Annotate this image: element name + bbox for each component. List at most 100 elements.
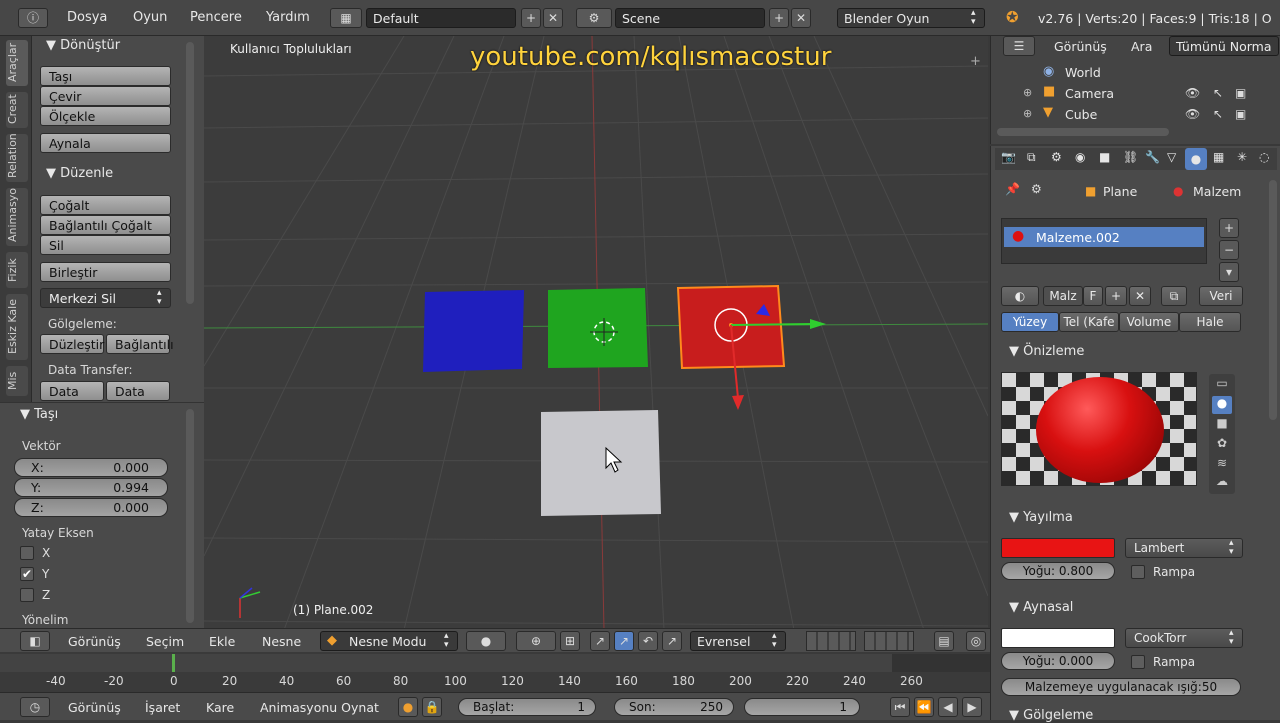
camera-render-icon[interactable]: ▣ (1235, 86, 1246, 100)
viewport-editor-icon[interactable]: ◧ (20, 631, 50, 651)
new-material-button[interactable]: + (1105, 286, 1127, 306)
cube-render-icon[interactable]: ▣ (1235, 107, 1246, 121)
viewport-expand-icon[interactable]: + (970, 54, 981, 69)
constraint-y-checkbox[interactable]: ✔ (20, 567, 34, 581)
start-frame-field[interactable]: Başlat: 1 (458, 698, 596, 716)
white-plane[interactable] (541, 410, 661, 516)
tab-create[interactable]: Creat (6, 92, 28, 128)
slot-specials-icon[interactable]: ▾ (1219, 262, 1239, 282)
tab-physics[interactable]: Fizik (6, 252, 28, 288)
viewport-shading-icon[interactable]: ● (466, 631, 506, 651)
material-tab-icon[interactable]: ● (1185, 148, 1207, 170)
material-browse-icon[interactable]: ◐ (1001, 286, 1039, 306)
outliner-display-select[interactable]: Tümünü Norma (1169, 36, 1279, 56)
light-influence-field[interactable]: Malzemeye uygulanacak ışığ:50 (1001, 678, 1241, 696)
menu-view[interactable]: Görünüş (68, 634, 121, 649)
remove-slot-button[interactable]: − (1219, 240, 1239, 260)
render-preview-icon[interactable]: ◎ (966, 631, 986, 651)
blue-plane[interactable] (423, 290, 524, 372)
menu-marker[interactable]: İşaret (145, 700, 180, 715)
world-tab-icon[interactable]: ◉ (1075, 150, 1085, 164)
menu-playback[interactable]: Animasyonu Oynat (260, 700, 379, 715)
tab-animation[interactable]: Animasyo (6, 188, 28, 246)
menu-window[interactable]: Pencere (190, 10, 242, 25)
data-transfer-button[interactable]: Data (40, 381, 104, 401)
menu-object[interactable]: Nesne (262, 634, 301, 649)
texture-tab-icon[interactable]: ▦ (1213, 150, 1224, 164)
current-frame-marker[interactable] (172, 654, 175, 672)
breadcrumb-material[interactable]: Malzem (1193, 184, 1241, 199)
play-reverse-icon[interactable]: ◀ (938, 697, 958, 717)
diffuse-intensity-field[interactable]: Yoğu: 0.800 (1001, 562, 1115, 580)
engine-select[interactable]: Blender Oyun (837, 8, 985, 28)
tab-surface[interactable]: Yüzey (1001, 312, 1059, 332)
cube-visibility-eye-icon[interactable]: 👁 (1185, 107, 1200, 121)
duplicate-linked-button[interactable]: Bağlantılı Çoğalt (40, 215, 171, 235)
toolshelf-scrollbar[interactable] (186, 42, 194, 304)
vector-x-field[interactable]: X: 0.000 (14, 458, 168, 477)
breadcrumb-object[interactable]: Plane (1103, 184, 1137, 199)
scene-icon[interactable]: ⚙ (576, 8, 612, 28)
expand-cube-icon[interactable]: ⊕ (1023, 107, 1032, 120)
translate-button[interactable]: Taşı (40, 66, 171, 86)
layer-buttons-left[interactable] (806, 631, 856, 651)
play-icon[interactable]: ▶ (962, 697, 982, 717)
prev-keyframe-icon[interactable]: ⏪ (914, 697, 934, 717)
specular-shader-select[interactable]: CookTorr (1125, 628, 1243, 648)
add-layout-button[interactable]: + (521, 8, 541, 28)
constraint-x-checkbox[interactable] (20, 546, 34, 560)
tab-relations[interactable]: Relation (6, 133, 28, 182)
outliner-search-menu[interactable]: Ara (1131, 39, 1152, 54)
physics-tab-icon[interactable]: ◌ (1259, 150, 1269, 164)
particles-tab-icon[interactable]: ✳ (1237, 150, 1247, 164)
vector-z-field[interactable]: Z: 0.000 (14, 498, 168, 517)
mirror-button[interactable]: Aynala (40, 133, 171, 153)
origin-select[interactable]: Merkezi Sil (40, 288, 171, 308)
rotate-button[interactable]: Çevir (40, 86, 171, 106)
scene-field[interactable]: Scene (615, 8, 765, 28)
shade-flat-button[interactable]: Bağlantılı (106, 334, 174, 354)
record-keyframe-icon[interactable]: ● (398, 697, 418, 717)
tab-tools[interactable]: Araçlar (6, 40, 28, 86)
cube-select-arrow-icon[interactable]: ↖ (1213, 107, 1223, 121)
scale-manipulator-icon[interactable]: ↗ (662, 631, 682, 651)
menu-game[interactable]: Oyun (133, 10, 167, 25)
menu-frame[interactable]: Kare (206, 700, 234, 715)
current-frame-field[interactable]: 1 (744, 698, 860, 716)
link-select[interactable]: Veri (1199, 286, 1243, 306)
properties-scrollbar[interactable] (1269, 180, 1277, 420)
menu-help[interactable]: Yardım (266, 10, 310, 25)
diffuse-ramp-checkbox[interactable] (1131, 565, 1145, 579)
y-axis-arrow-icon[interactable] (810, 319, 826, 329)
rotate-manipulator-icon[interactable]: ↶ (638, 631, 658, 651)
menu-timeline-view[interactable]: Görünüş (68, 700, 121, 715)
material-name-field[interactable]: Malz (1043, 286, 1083, 306)
menu-add[interactable]: Ekle (209, 634, 235, 649)
object-tab-icon[interactable]: ■ (1099, 150, 1110, 164)
render-tab-icon[interactable]: 📷 (1001, 150, 1016, 164)
translate-manipulator-icon[interactable]: ↗ (590, 631, 610, 651)
specular-ramp-checkbox[interactable] (1131, 655, 1145, 669)
preview-sphere-icon[interactable]: ● (1212, 396, 1232, 414)
diffuse-panel-head[interactable]: ▼ Yayılma (1009, 510, 1073, 525)
camera-visibility-eye-icon[interactable]: 👁 (1185, 86, 1200, 100)
vector-y-field[interactable]: Y: 0.994 (14, 478, 168, 497)
outliner-editor-icon[interactable]: ☰ (1003, 36, 1035, 56)
outliner-view-menu[interactable]: Görünüş (1054, 39, 1107, 54)
constraints-tab-icon[interactable]: ⛓ (1123, 150, 1138, 164)
duplicate-button[interactable]: Çoğalt (40, 195, 171, 215)
specular-intensity-field[interactable]: Yoğu: 0.000 (1001, 652, 1115, 670)
outliner-row-cube[interactable]: Cube (1065, 107, 1097, 122)
scale-button[interactable]: Ölçekle (40, 106, 171, 126)
data-layout-button[interactable]: Data Lay (106, 381, 170, 414)
tab-misc[interactable]: Mis (6, 366, 28, 396)
jump-start-icon[interactable]: ⏮ (890, 697, 910, 717)
outliner-hscrollbar[interactable] (997, 128, 1169, 136)
tab-halo[interactable]: Hale (1179, 312, 1241, 332)
specular-color-swatch[interactable] (1001, 628, 1115, 648)
delete-button[interactable]: Sil (40, 235, 171, 255)
manipulator-toggle-icon[interactable]: ⊞ (560, 631, 580, 651)
preview-monkey-icon[interactable]: ✿ (1212, 436, 1232, 454)
green-plane[interactable] (548, 288, 648, 368)
preview-flat-icon[interactable]: ▭ (1212, 376, 1232, 392)
